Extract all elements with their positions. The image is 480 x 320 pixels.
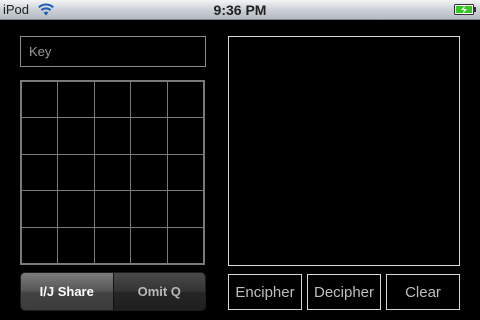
grid-cell: [93, 190, 132, 228]
status-clock: 9:36 PM: [213, 2, 267, 18]
grid-cell: [93, 153, 132, 192]
grid-cell: [93, 80, 132, 119]
grid-cell: [166, 80, 205, 119]
grid-cell: [166, 190, 205, 228]
grid-cell: [20, 80, 59, 119]
segment-omit-q[interactable]: Omit Q: [112, 273, 205, 310]
grid-cell: [166, 153, 205, 192]
battery-charging-icon: [454, 4, 476, 15]
grid-cell: [166, 226, 205, 265]
key-square-grid: [20, 80, 205, 265]
grid-cell: [57, 117, 95, 155]
status-bar: iPod 9:36 PM: [0, 0, 480, 20]
grid-cell: [20, 190, 59, 228]
grid-cell: [93, 117, 132, 155]
grid-cell: [130, 80, 168, 119]
grid-cell: [130, 117, 168, 155]
grid-cell: [130, 153, 168, 192]
grid-cell: [130, 226, 168, 265]
grid-cell: [93, 226, 132, 265]
app-screen: iPod 9:36 PM Key I/J Share Omit Q Enciph…: [0, 0, 480, 320]
mode-segmented-control: I/J Share Omit Q: [20, 272, 206, 311]
grid-cell: [57, 80, 95, 119]
output-text-area[interactable]: [228, 36, 460, 266]
clear-button[interactable]: Clear: [386, 274, 460, 310]
encipher-button[interactable]: Encipher: [228, 274, 302, 310]
segment-ij-share[interactable]: I/J Share: [21, 273, 113, 310]
grid-cell: [130, 190, 168, 228]
grid-cell: [20, 117, 59, 155]
grid-cell: [57, 190, 95, 228]
grid-cell: [20, 226, 59, 265]
key-input[interactable]: [20, 36, 206, 67]
decipher-button[interactable]: Decipher: [307, 274, 381, 310]
grid-cell: [57, 226, 95, 265]
grid-cell: [166, 117, 205, 155]
grid-cell: [20, 153, 59, 192]
grid-cell: [57, 153, 95, 192]
